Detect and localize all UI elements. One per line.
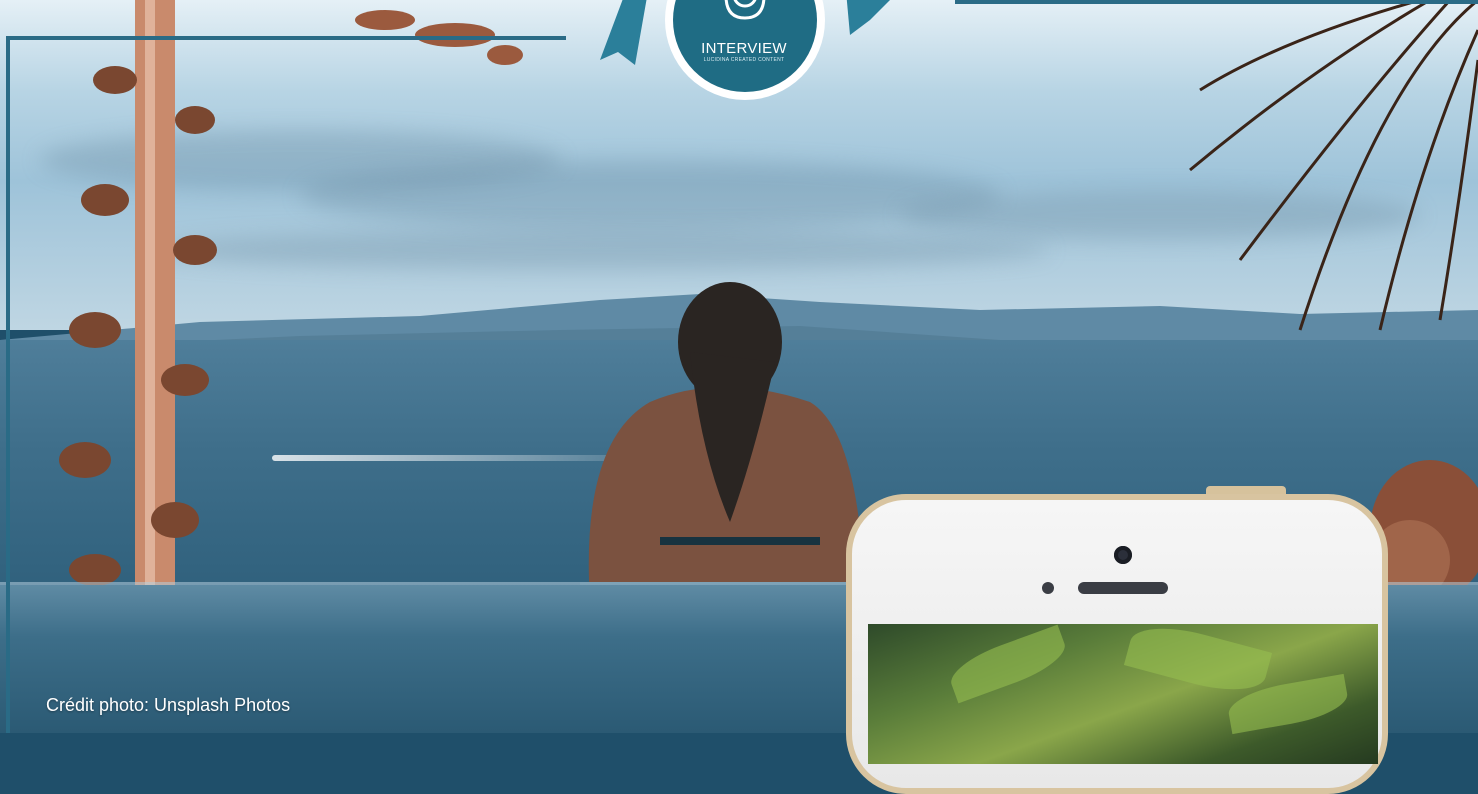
palm-frond: [1189, 0, 1478, 331]
frame-line-left: [6, 36, 10, 733]
woman-in-pool: [580, 282, 870, 612]
badge-sublabel: LUCIDINA CREATED CONTENT: [703, 57, 785, 63]
photo-credit: Crédit photo: Unsplash Photos: [46, 695, 291, 715]
palm-leaf: [944, 624, 1072, 704]
phone-screen-jungle-photo: [868, 616, 1378, 764]
front-camera-icon: [1114, 546, 1132, 564]
frame-line-top-right: [955, 0, 1478, 4]
branch-leaves: [355, 10, 523, 65]
palm-leaf: [1123, 616, 1273, 702]
phone-body: [846, 494, 1388, 794]
cloud: [150, 230, 1050, 270]
earpiece-speaker: [1078, 582, 1168, 594]
cloud: [300, 160, 1000, 230]
vine-tree: [59, 0, 217, 600]
proximity-sensor: [1042, 582, 1054, 594]
badge-label: INTERVIEW: [701, 40, 787, 57]
smartphone: [846, 486, 1388, 794]
frame-line-top: [6, 36, 566, 40]
